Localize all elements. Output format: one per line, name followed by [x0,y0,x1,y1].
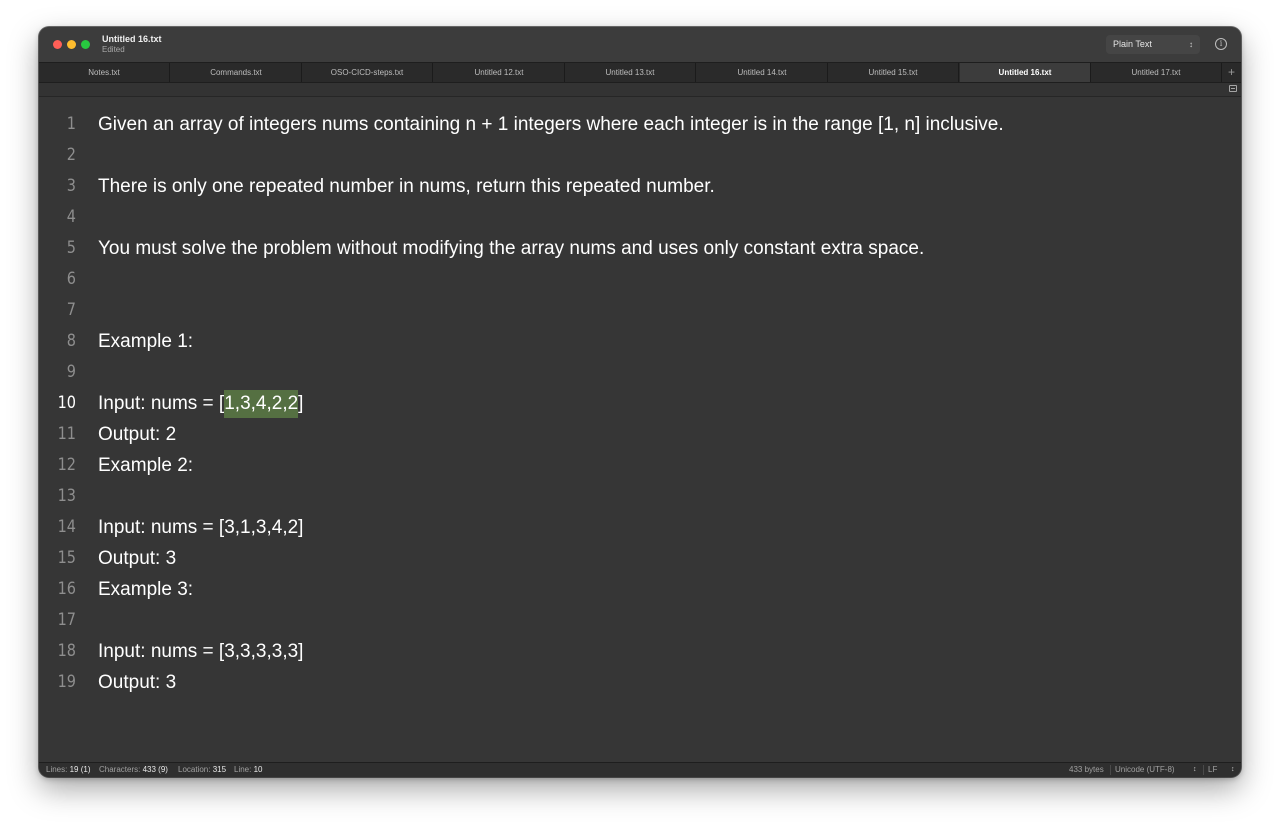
syntax-mode-popup[interactable]: Plain Text ↕ [1106,35,1200,54]
line-number: 12 [57,455,76,475]
popup-chevron-icon: ↕ [1189,40,1193,49]
tab[interactable]: Notes.txt [39,63,170,82]
editor-line: 4 [39,202,1241,233]
line-text-before-selection: Input: nums = [ [98,393,225,414]
tab[interactable]: OSO-CICD-steps.txt [302,63,433,82]
editor-line: 8 Example 1: [39,326,1241,357]
document-title: Untitled 16.txt [102,34,162,44]
tab[interactable]: Untitled 15.txt [828,63,959,82]
status-divider [1110,765,1111,775]
editor-line: 2 [39,140,1241,171]
editor-line: 16 Example 3: [39,574,1241,605]
status-lines: Lines: 19 (1) [46,765,91,774]
editor-line: 11 Output: 2 [39,419,1241,450]
tab[interactable]: Untitled 14.txt [697,63,828,82]
editor-line: 18 Input: nums = [3,3,3,3,3] [39,636,1241,667]
line-number: 19 [57,672,76,692]
line-number: 14 [57,517,76,537]
new-tab-button[interactable]: + [1222,63,1241,82]
line-number: 3 [66,176,76,196]
editor-line: 10 Input: nums = [1,3,4,2,2] [39,388,1241,419]
zoom-window-button[interactable] [81,40,90,49]
line-text-after-selection: ] [298,393,304,414]
line-text[interactable]: You must solve the problem without modif… [98,233,924,264]
document-status: Edited [102,45,125,54]
editor-line: 13 [39,481,1241,512]
encoding-popup[interactable]: Unicode (UTF-8) [1115,763,1175,777]
line-number: 4 [66,207,76,227]
line-text[interactable]: Output: 3 [98,543,176,574]
text-editor[interactable]: 1 Given an array of integers nums contain… [39,97,1241,762]
editor-line: 14 Input: nums = [3,1,3,4,2] [39,512,1241,543]
line-number: 2 [66,145,76,165]
line-number: 8 [66,331,76,351]
text-selection[interactable]: 1,3,4,2,2 [224,390,299,418]
line-number: 9 [66,362,76,382]
tab[interactable]: Untitled 16.txt [960,63,1091,82]
tab-bar: + Notes.txt Commands.txt OSO-CICD-steps.tx… [39,62,1241,83]
status-divider [1203,765,1204,775]
editor-line: 15 Output: 3 [39,543,1241,574]
editor-line: 3 There is only one repeated number in nu… [39,171,1241,202]
line-text[interactable]: Input: nums = [1,3,4,2,2] [98,388,303,419]
line-endings-chevron-icon: ↕ [1231,766,1235,773]
tab[interactable]: Commands.txt [171,63,302,82]
line-text[interactable]: Example 2: [98,450,193,481]
document-title-block: Untitled 16.txt Edited [102,34,162,55]
line-number: 13 [57,486,76,506]
line-number: 18 [57,641,76,661]
split-editor-icon[interactable] [1229,85,1237,92]
editor-line: 6 [39,264,1241,295]
editor-line: 5 You must solve the problem without modi… [39,233,1241,264]
title-bar[interactable]: Untitled 16.txt Edited Plain Text ↕ i [39,27,1241,62]
navigation-bar [39,83,1241,97]
line-text[interactable]: Example 1: [98,326,193,357]
line-text[interactable]: Given an array of integers nums containi… [98,109,1004,140]
info-icon[interactable]: i [1215,38,1227,50]
line-text[interactable]: Input: nums = [3,1,3,4,2] [98,512,303,543]
line-number: 17 [57,610,76,630]
line-text[interactable]: Input: nums = [3,3,3,3,3] [98,636,303,667]
status-bar: Lines: 19 (1) Characters: 433 (9) Locati… [39,762,1241,777]
editor-window: Untitled 16.txt Edited Plain Text ↕ i + … [39,27,1241,777]
editor-line: 9 [39,357,1241,388]
status-characters: Characters: 433 (9) [99,765,168,774]
editor-line: 19 Output: 3 [39,667,1241,698]
tab[interactable]: Untitled 13.txt [565,63,696,82]
editor-line: 7 [39,295,1241,326]
editor-line: 12 Example 2: [39,450,1241,481]
line-number: 15 [57,548,76,568]
line-number: 10 [57,393,76,413]
editor-line: 1 Given an array of integers nums contain… [39,109,1241,140]
status-line: Line: 10 [234,765,263,774]
line-text[interactable]: Output: 3 [98,667,176,698]
close-window-button[interactable] [53,40,62,49]
line-text[interactable]: Example 3: [98,574,193,605]
tab[interactable]: Untitled 17.txt [1091,63,1222,82]
syntax-mode-label: Plain Text [1113,39,1152,49]
editor-line: 17 [39,605,1241,636]
file-size: 433 bytes [1069,765,1104,774]
tab[interactable]: Untitled 12.txt [434,63,565,82]
status-location: Location: 315 [178,765,227,774]
line-number: 11 [57,424,76,444]
line-text[interactable]: There is only one repeated number in num… [98,171,715,202]
line-number: 5 [66,238,76,258]
line-text[interactable]: Output: 2 [98,419,176,450]
line-number: 1 [66,114,76,134]
line-endings-popup[interactable]: LF [1208,763,1217,777]
minimize-window-button[interactable] [67,40,76,49]
line-number: 7 [66,300,76,320]
line-number: 6 [66,269,76,289]
encoding-chevron-icon: ↕ [1193,766,1197,773]
line-number: 16 [57,579,76,599]
